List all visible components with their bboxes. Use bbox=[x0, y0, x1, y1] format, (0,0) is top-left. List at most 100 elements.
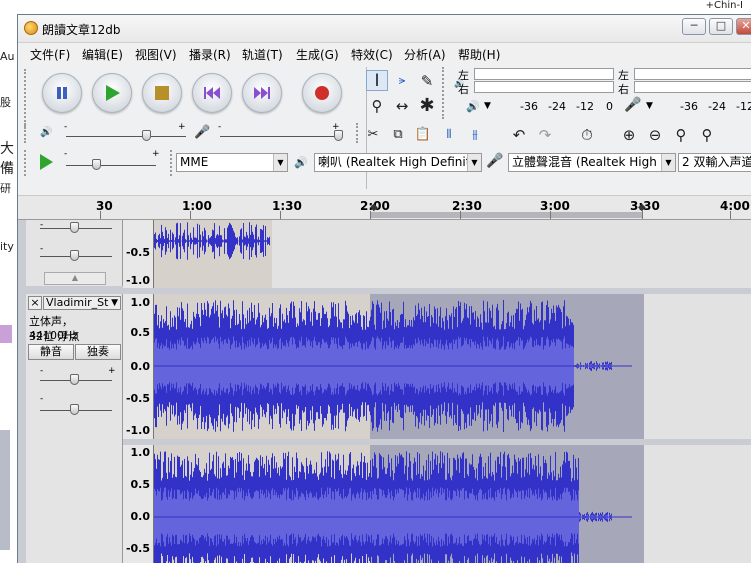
chevron-down-icon: ▼ bbox=[273, 154, 287, 171]
waveform-channel-1 bbox=[154, 294, 751, 439]
background-fragment: Au bbox=[0, 50, 15, 63]
trim-button[interactable]: ⫴ bbox=[438, 124, 460, 145]
track-area: - - ▲ -0.5 -1.0 × Vladimir_St ▼ 立体声，4410… bbox=[18, 220, 751, 563]
input-device-select[interactable]: 立體聲混音 (Realtek High D ▼ bbox=[508, 153, 676, 172]
waveform-right-channel[interactable] bbox=[154, 445, 751, 563]
play-icon bbox=[40, 154, 53, 170]
cut-button[interactable]: ✂ bbox=[362, 124, 384, 145]
audio-host-value: MME bbox=[180, 155, 209, 169]
chevron-down-icon[interactable]: ▼ bbox=[646, 101, 653, 111]
selection-start-marker[interactable]: ◆ bbox=[370, 202, 378, 213]
menu-edit[interactable]: 编辑(E) bbox=[82, 46, 123, 63]
ruler-label: 2:30 bbox=[452, 199, 482, 213]
fit-project-button[interactable]: ⚲ bbox=[696, 124, 718, 145]
menu-analyze[interactable]: 分析(A) bbox=[404, 46, 446, 63]
redo-button[interactable]: ↷ bbox=[534, 124, 556, 145]
track-name-menu[interactable]: Vladimir_St ▼ bbox=[43, 296, 121, 310]
toolbar-grip[interactable] bbox=[24, 150, 28, 176]
close-track-button[interactable]: × bbox=[28, 296, 42, 310]
pan-slider[interactable] bbox=[70, 404, 79, 415]
draw-tool[interactable]: ✎ bbox=[416, 70, 438, 91]
input-channels-select[interactable]: 2 双輸入声道 bbox=[678, 153, 751, 172]
play-speed-track bbox=[66, 165, 156, 166]
menu-record[interactable]: 播录(R) bbox=[189, 46, 231, 63]
multi-tool[interactable]: ✱ bbox=[416, 95, 438, 116]
ruler-tick bbox=[550, 211, 551, 219]
audio-host-select[interactable]: MME ▼ bbox=[176, 153, 288, 172]
paste-button[interactable]: 📋 bbox=[412, 124, 434, 145]
slider-min-label: - bbox=[40, 366, 44, 376]
play-speed-slider[interactable] bbox=[92, 159, 101, 170]
asterisk-icon: ✱ bbox=[419, 95, 435, 116]
record-icon bbox=[315, 86, 329, 100]
timeline-ruler[interactable]: 30 1:00 1:30 2:00 2:30 3:00 3:30 4:00 ◆ … bbox=[18, 196, 751, 220]
menu-view[interactable]: 视图(V) bbox=[135, 46, 177, 63]
timeshift-tool[interactable]: ↔ bbox=[391, 95, 413, 116]
play-button[interactable] bbox=[92, 73, 132, 113]
zoom-tool[interactable]: ⚲ bbox=[366, 95, 388, 116]
copy-button[interactable]: ⧉ bbox=[387, 124, 409, 145]
minimize-button[interactable]: ─ bbox=[682, 18, 706, 35]
menu-generate[interactable]: 生成(G) bbox=[296, 46, 339, 63]
chevron-down-icon[interactable]: ▼ bbox=[484, 101, 491, 111]
pause-button[interactable] bbox=[42, 73, 82, 113]
amplitude-scale: 1.0 0.5 0.0 -0.5 -1.0 1.0 0.5 0.0 -0.5 bbox=[123, 294, 154, 563]
envelope-tool[interactable]: ⪫ bbox=[391, 70, 413, 91]
zoom-out-button[interactable]: ⊖ bbox=[644, 124, 666, 145]
selection-end-marker[interactable]: ◆ bbox=[638, 202, 646, 213]
gain-slider[interactable] bbox=[70, 374, 79, 385]
collapse-track-button[interactable]: ▲ bbox=[44, 272, 106, 285]
toolbar-grip[interactable] bbox=[24, 69, 28, 129]
magnifier-icon: ⚲ bbox=[371, 96, 383, 115]
ruler-tick bbox=[190, 211, 191, 219]
fit-selection-button[interactable]: ⚲ bbox=[670, 124, 692, 145]
sync-lock-button[interactable]: ⏱ bbox=[576, 124, 598, 145]
toolbar-grip[interactable] bbox=[442, 67, 444, 119]
ruler-label: 4:00 bbox=[720, 199, 750, 213]
track-sample-format: 32位 浮点 bbox=[29, 330, 80, 343]
playback-volume-slider[interactable] bbox=[142, 130, 151, 141]
track-control-panel: × Vladimir_St ▼ 立体声，44100Hz 32位 浮点 静音 独奏… bbox=[26, 294, 123, 563]
mute-button[interactable]: 静音 bbox=[28, 344, 74, 360]
play-at-speed-button[interactable] bbox=[38, 153, 54, 174]
speaker-icon: 🔊 bbox=[294, 156, 308, 169]
toolbar-grip[interactable] bbox=[24, 123, 28, 143]
record-button[interactable] bbox=[302, 73, 342, 113]
skip-to-end-button[interactable] bbox=[242, 73, 282, 113]
waveform-top-track[interactable] bbox=[154, 220, 751, 288]
toolbar-grip[interactable] bbox=[170, 150, 174, 176]
stop-icon bbox=[155, 86, 169, 100]
track-control-panel-top: - - ▲ bbox=[26, 220, 123, 286]
audacity-window: 朗讀文章12db ─ □ ✕ 文件(F) 编辑(E) 视图(V) 播录(R) 轨… bbox=[17, 14, 751, 563]
slider-min-label: - bbox=[40, 394, 44, 404]
menu-file[interactable]: 文件(F) bbox=[30, 46, 70, 63]
undo-button[interactable]: ↶ bbox=[508, 124, 530, 145]
close-button[interactable]: ✕ bbox=[736, 18, 751, 35]
record-meter-right bbox=[634, 81, 751, 93]
ruler-tick bbox=[280, 211, 281, 219]
stop-button[interactable] bbox=[142, 73, 182, 113]
scale-label: -0.5 bbox=[125, 392, 150, 405]
meter-right-label: 右 bbox=[458, 83, 469, 96]
waveform-left-channel[interactable] bbox=[154, 294, 751, 439]
ruler-selection bbox=[370, 212, 642, 218]
gain-slider[interactable] bbox=[70, 222, 79, 233]
toolbar-grip[interactable] bbox=[356, 123, 360, 143]
pan-slider[interactable] bbox=[70, 250, 79, 261]
rec-meter-scale-label: -24 bbox=[708, 100, 726, 113]
output-device-select[interactable]: 喇叭 (Realtek High Definitio ▼ bbox=[314, 153, 482, 172]
background-fragment: ity bbox=[0, 240, 14, 253]
menu-effect[interactable]: 特效(C) bbox=[351, 46, 393, 63]
slider-max-label: + bbox=[152, 149, 160, 159]
selection-tool[interactable]: I bbox=[366, 70, 388, 91]
solo-button[interactable]: 独奏 bbox=[75, 344, 121, 360]
maximize-button[interactable]: □ bbox=[709, 18, 733, 35]
silence-button[interactable]: ⫵ bbox=[464, 124, 486, 145]
menu-help[interactable]: 帮助(H) bbox=[458, 46, 500, 63]
microphone-icon: 🎤 bbox=[624, 97, 642, 113]
paste-icon: 📋 bbox=[414, 127, 432, 142]
ruler-label: 3:00 bbox=[540, 199, 570, 213]
skip-to-start-button[interactable] bbox=[192, 73, 232, 113]
zoom-in-button[interactable]: ⊕ bbox=[618, 124, 640, 145]
menu-tracks[interactable]: 轨道(T) bbox=[242, 46, 283, 63]
